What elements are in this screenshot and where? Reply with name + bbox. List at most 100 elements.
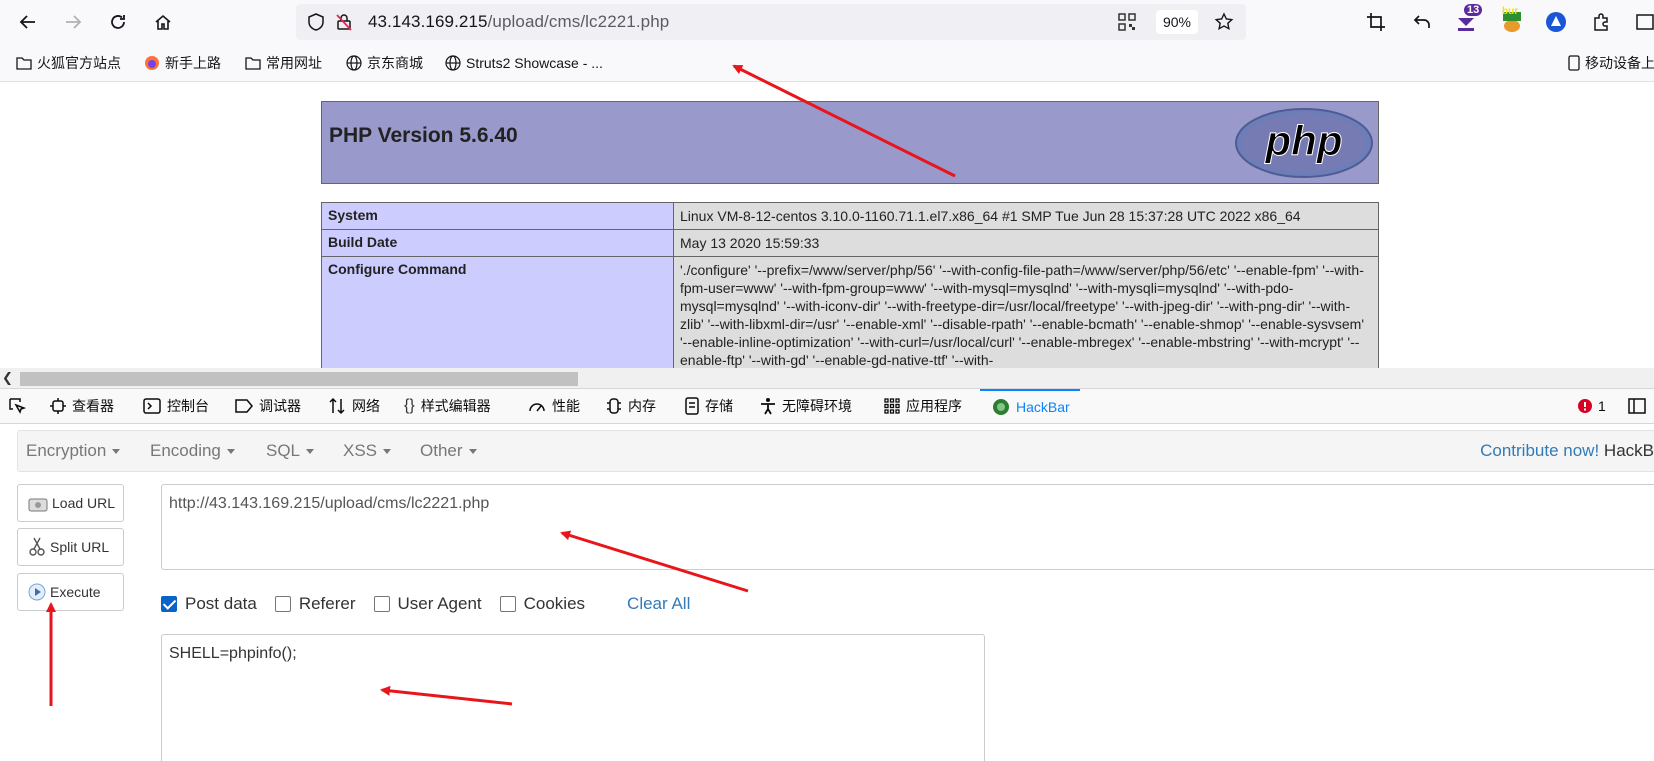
contribute-link[interactable]: Contribute now! HackB <box>1480 441 1654 461</box>
svg-text:php: php <box>1265 117 1343 164</box>
execute-button[interactable]: Execute <box>17 573 124 611</box>
hackbar-panel: Encryption Encoding SQL XSS Other Contri… <box>0 424 1654 761</box>
dock-button[interactable] <box>1628 389 1646 423</box>
bookmark-label: Struts2 Showcase - ... <box>466 55 603 71</box>
php-header: PHP Version 5.6.40 php <box>321 101 1379 184</box>
firefox-icon <box>145 56 159 70</box>
forward-button[interactable] <box>61 10 85 34</box>
tab-storage[interactable]: 存储 <box>685 389 733 423</box>
url-textarea[interactable]: http://43.143.169.215/upload/cms/lc2221.… <box>161 484 1654 570</box>
request-options: Post data Referer User Agent Cookies Cle… <box>161 592 690 616</box>
pick-element-icon <box>9 398 26 414</box>
cookies-checkbox[interactable] <box>499 596 516 612</box>
menu-label: SQL <box>266 441 301 460</box>
tab-performance[interactable]: 性能 <box>528 389 580 423</box>
load-url-button[interactable]: Load URL <box>17 484 124 522</box>
menu-label: Other <box>420 441 463 460</box>
debugger-icon <box>235 399 253 413</box>
home-button[interactable] <box>151 10 175 34</box>
star-icon[interactable] <box>1214 12 1234 32</box>
option-label: Referer <box>298 594 356 613</box>
menu-label: XSS <box>343 441 378 460</box>
folder-icon <box>16 57 32 70</box>
menu-encryption[interactable]: Encryption <box>26 441 121 461</box>
account-button[interactable] <box>1542 8 1570 36</box>
horizontal-scrollbar[interactable]: ❮ <box>0 368 1654 388</box>
globe-icon <box>445 55 461 71</box>
bookmark-item[interactable]: 常用网址 <box>245 53 322 73</box>
bookmark-item[interactable]: 京东商城 <box>346 53 423 73</box>
contribute-label: Contribute now! <box>1480 441 1600 460</box>
tab-label: 控制台 <box>167 398 209 414</box>
arrow-right-icon <box>66 15 82 29</box>
caret-down-icon <box>306 449 315 455</box>
tab-label: 样式编辑器 <box>420 398 491 414</box>
menu-other[interactable]: Other <box>420 441 477 461</box>
cookies-option[interactable]: Cookies <box>499 594 585 614</box>
post-data-textarea[interactable]: SHELL=phpinfo(); <box>161 634 985 761</box>
clear-all-link[interactable]: Clear All <box>627 594 690 614</box>
php-logo: php <box>1235 108 1373 178</box>
bookmark-item[interactable]: Struts2 Showcase - ... <box>445 53 603 73</box>
menu-xss[interactable]: XSS <box>343 441 392 461</box>
scrollbar-thumb[interactable] <box>20 372 578 386</box>
tab-hackbar[interactable]: HackBar <box>980 389 1080 423</box>
tab-label: 应用程序 <box>906 398 962 414</box>
url-text[interactable]: 43.143.169.215/upload/cms/lc2221.php <box>368 12 669 32</box>
table-row: System Linux VM-8-12-centos 3.10.0-1160.… <box>321 202 1379 230</box>
tab-label: 无障碍环境 <box>782 398 852 414</box>
puzzle-icon <box>1594 13 1608 31</box>
crop-icon <box>1367 13 1385 31</box>
referer-option[interactable]: Referer <box>274 594 356 614</box>
post-data-option[interactable]: Post data <box>161 594 257 614</box>
user-agent-checkbox[interactable] <box>373 596 390 612</box>
menu-encoding[interactable]: Encoding <box>150 441 235 461</box>
bookmark-item[interactable]: 新手上路 <box>144 53 221 73</box>
tab-label: 调试器 <box>259 398 301 414</box>
address-bar[interactable]: 43.143.169.215/upload/cms/lc2221.php 90% <box>296 4 1246 40</box>
post-data-checkbox[interactable] <box>161 596 177 612</box>
back-button[interactable] <box>16 10 40 34</box>
gauge-icon <box>529 403 545 412</box>
menu-sql[interactable]: SQL <box>266 441 315 461</box>
reload-button[interactable] <box>106 10 130 34</box>
tab-application[interactable]: 应用程序 <box>884 389 962 423</box>
tab-inspector[interactable]: 查看器 <box>50 389 114 423</box>
reload-icon <box>111 15 125 29</box>
account-icon <box>1546 12 1566 32</box>
tab-label: 存储 <box>705 398 733 414</box>
referer-checkbox[interactable] <box>274 596 291 612</box>
screenshot-button[interactable] <box>1362 8 1390 36</box>
bookmark-item[interactable]: 移动设备上 <box>1568 53 1654 73</box>
tab-label: 网络 <box>352 398 380 414</box>
scroll-left-icon[interactable]: ❮ <box>2 370 13 386</box>
grid-icon <box>884 398 900 414</box>
tab-console[interactable]: 控制台 <box>143 389 209 423</box>
qr-code-icon[interactable] <box>1118 13 1136 31</box>
table-value-cell: May 13 2020 15:59:33 <box>673 229 1379 257</box>
zoom-level-badge[interactable]: 90% <box>1156 10 1198 34</box>
tab-label: 内存 <box>628 398 656 414</box>
insecure-lock-icon[interactable] <box>334 12 354 32</box>
load-url-icon <box>28 498 48 512</box>
tab-memory[interactable]: 内存 <box>606 389 656 423</box>
bookmark-item[interactable]: 火狐官方站点 <box>16 53 121 73</box>
extensions-button[interactable] <box>1587 8 1615 36</box>
user-agent-option[interactable]: User Agent <box>373 594 482 614</box>
php-info-table: System Linux VM-8-12-centos 3.10.0-1160.… <box>321 202 1379 368</box>
burp-extension-button[interactable]: bur <box>1498 6 1526 36</box>
downloads-button[interactable]: 13 <box>1452 4 1483 36</box>
option-label: User Agent <box>397 594 482 613</box>
tab-accessibility[interactable]: 无障碍环境 <box>760 389 852 423</box>
element-picker-button[interactable] <box>8 389 26 423</box>
memory-icon <box>607 398 621 414</box>
tab-network[interactable]: 网络 <box>328 389 380 423</box>
tab-debugger[interactable]: 调试器 <box>235 389 301 423</box>
split-url-button[interactable]: Split URL <box>17 528 124 566</box>
menu-button[interactable] <box>1630 8 1654 36</box>
undo-button[interactable] <box>1408 8 1436 36</box>
table-row: Build Date May 13 2020 15:59:33 <box>321 229 1379 257</box>
window-icon <box>1636 14 1654 30</box>
tab-style-editor[interactable]: {} 样式编辑器 <box>404 389 491 423</box>
error-counter[interactable]: 1 <box>1578 389 1606 423</box>
